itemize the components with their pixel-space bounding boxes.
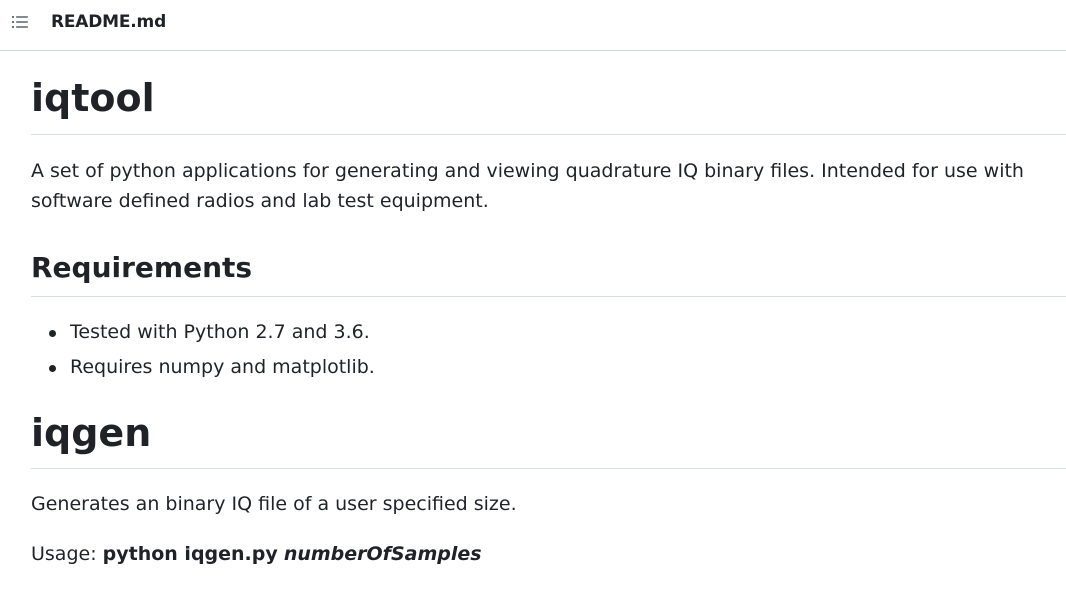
bullet-icon: [49, 365, 56, 372]
requirements-heading: Requirements: [31, 251, 253, 284]
usage-label: Usage:: [31, 543, 103, 565]
intro-paragraph: A set of python applications for generat…: [31, 160, 1024, 212]
usage-command: python iqgen.py: [102, 543, 278, 565]
usage-line: Usage: python iqgen.py numberOfSamples: [31, 539, 1066, 569]
list-unordered-icon: [11, 15, 28, 29]
list-item-text: Requires numpy and matplotlib.: [70, 356, 375, 378]
readme-title: iqtool: [31, 76, 155, 120]
file-header: README.md: [0, 0, 1066, 51]
list-item: Tested with Python 2.7 and 3.6.: [31, 315, 1066, 350]
iqgen-description: Generates an binary IQ file of a user sp…: [31, 493, 517, 515]
usage-argument: numberOfSamples: [283, 543, 482, 565]
list-item: Requires numpy and matplotlib.: [31, 350, 1066, 385]
list-item-text: Tested with Python 2.7 and 3.6.: [70, 321, 370, 343]
table-of-contents-button[interactable]: [8, 11, 32, 33]
requirements-list: Tested with Python 2.7 and 3.6. Requires…: [31, 315, 1066, 385]
bullet-icon: [49, 330, 56, 337]
iqgen-heading: iqgen: [31, 411, 152, 455]
readme-body: iqtool A set of python applications for …: [31, 52, 1066, 569]
file-name: README.md: [51, 12, 167, 32]
